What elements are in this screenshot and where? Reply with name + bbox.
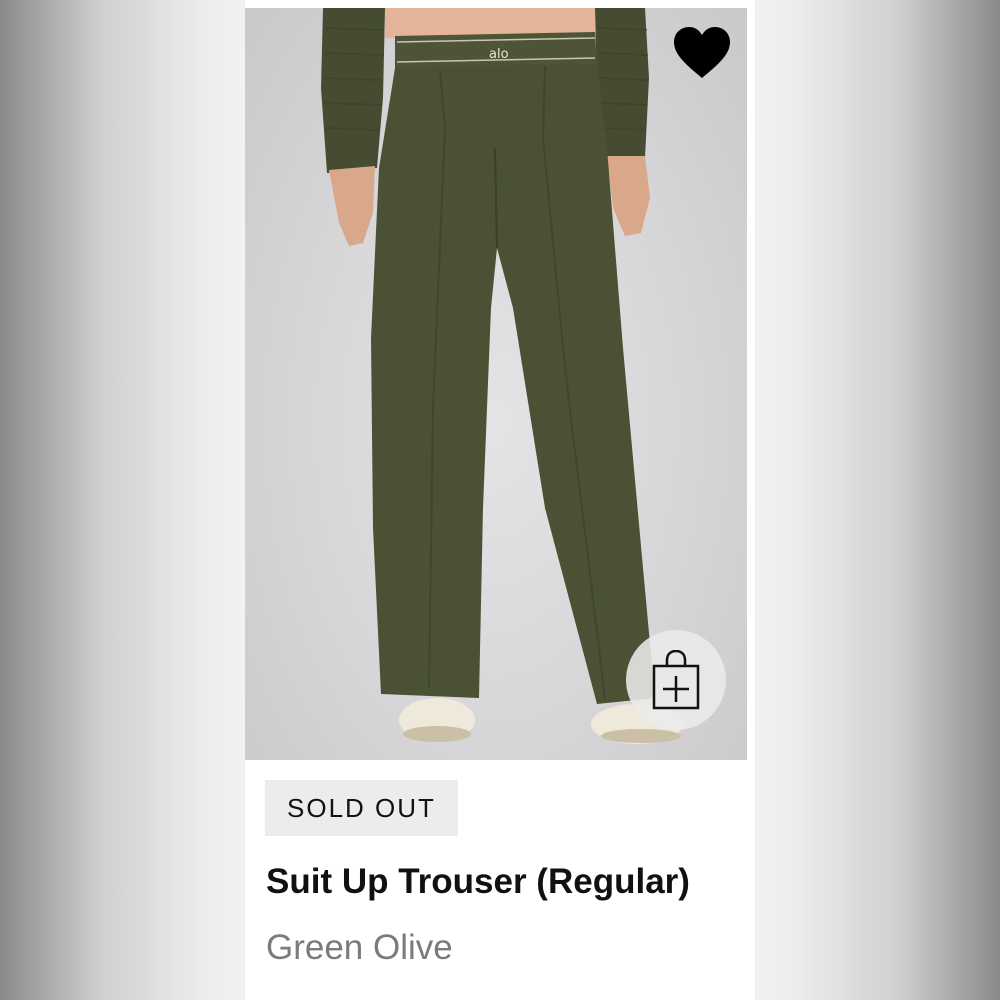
- product-image[interactable]: alo: [245, 8, 747, 760]
- product-color: Green Olive: [266, 928, 453, 967]
- sold-out-badge: SOLD OUT: [265, 780, 458, 836]
- add-to-bag-button[interactable]: [626, 630, 726, 730]
- product-title[interactable]: Suit Up Trouser (Regular): [266, 862, 690, 902]
- shopping-bag-plus-icon: [652, 650, 700, 710]
- brand-logo: alo: [489, 47, 509, 62]
- wishlist-button[interactable]: [673, 26, 731, 82]
- heart-icon: [674, 27, 730, 78]
- product-card[interactable]: alo SOLD OUT Suit Up Trouser (Regular) G…: [245, 0, 755, 1000]
